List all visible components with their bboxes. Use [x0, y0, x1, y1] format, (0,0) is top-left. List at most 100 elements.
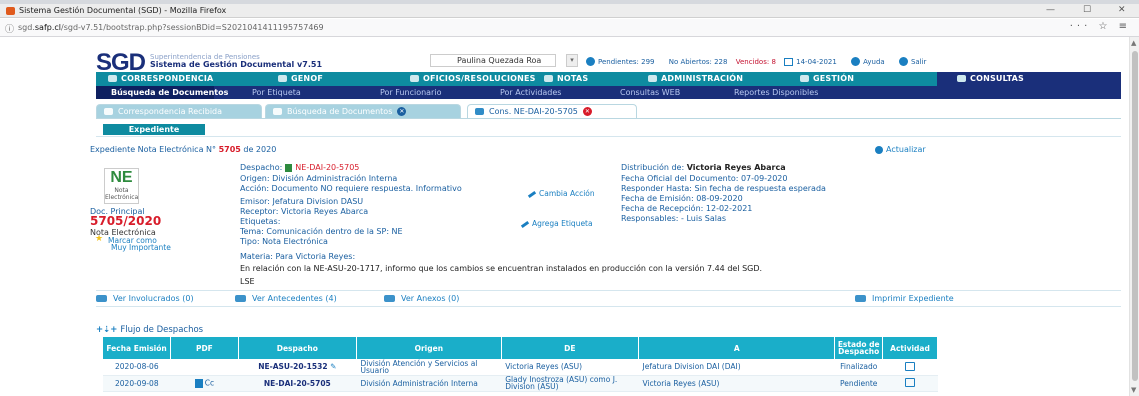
- col-de[interactable]: DE: [501, 337, 640, 359]
- actualizar-link[interactable]: Actualizar: [875, 145, 926, 154]
- cell-origen: División Atención y Servicios al Usuario: [356, 359, 502, 376]
- col-a[interactable]: A: [638, 337, 836, 359]
- divider: [96, 306, 1121, 307]
- scrollbar-thumb[interactable]: [1132, 51, 1138, 381]
- tab-cons-ne-dai[interactable]: Cons. NE-DAI-20-5705 ✕: [467, 104, 637, 118]
- table-row: 2020-09-08 Cc NE-DAI-20-5705 División Ad…: [103, 375, 938, 392]
- nav-notas[interactable]: NOTAS: [544, 72, 588, 86]
- ver-antecedentes-link[interactable]: Ver Antecedentes (4): [235, 294, 337, 303]
- maximize-button[interactable]: ☐: [1083, 5, 1091, 15]
- browser-menu-icons[interactable]: ··· ☆ ≡: [1070, 21, 1131, 32]
- nav-correspondencia[interactable]: CORRESPONDENCIA: [108, 72, 213, 86]
- col-origen[interactable]: Origen: [356, 337, 502, 359]
- doc-principal-number[interactable]: 5705/2020: [90, 214, 161, 228]
- search-icon: [957, 75, 966, 82]
- cell-despacho[interactable]: NE-ASU-20-1532 ✎: [238, 359, 357, 376]
- tab-correspondencia-recibida[interactable]: Correspondencia Recibida: [96, 104, 262, 118]
- ver-involucrados-link[interactable]: Ver Involucrados (0): [96, 294, 194, 303]
- paperclip-icon: [384, 295, 395, 302]
- subnav-web[interactable]: Consultas WEB: [620, 86, 680, 99]
- subnav-funcionario[interactable]: Por Funcionario: [380, 86, 441, 99]
- firefox-icon: [6, 7, 15, 15]
- window-title: Sistema Gestión Documental (SGD) - Mozil…: [19, 6, 227, 15]
- mail-icon: [104, 108, 113, 115]
- activity-edit-icon[interactable]: [905, 378, 915, 387]
- despacho-field: Despacho: NE-DAI-20-5705: [240, 163, 360, 172]
- search-icon: [273, 108, 282, 115]
- cell-pdf: [170, 359, 239, 376]
- salir-link[interactable]: Salir: [898, 57, 933, 66]
- close-tab-icon[interactable]: ✕: [397, 107, 407, 116]
- nav-genof[interactable]: GENOF: [278, 72, 323, 86]
- url-bar[interactable]: ⓘ sgd.safp.cl/sgd-v7.51/bootstrap.php?se…: [0, 19, 1139, 37]
- nota-electronica-icon: NE Nota Electrónica: [104, 168, 139, 204]
- mail-icon: [475, 108, 484, 115]
- cell-de: Glady Inostroza (ASU) como J. Division (…: [501, 375, 639, 392]
- subnav-busqueda[interactable]: Búsqueda de Documentos: [96, 86, 228, 99]
- date-label: 14-04-2021: [784, 57, 843, 66]
- col-fecha[interactable]: Fecha Emisión: [103, 337, 172, 359]
- origen-field: Origen: División Administración Interna: [240, 174, 398, 183]
- minimize-button[interactable]: —: [1046, 5, 1055, 15]
- cell-pdf[interactable]: Cc: [170, 375, 239, 392]
- document-icon: [285, 163, 293, 172]
- pen-icon: [544, 75, 553, 82]
- nav-consultas[interactable]: CONSULTAS: [937, 72, 1121, 86]
- subnav-reportes[interactable]: Reportes Disponibles: [734, 86, 818, 99]
- emisor-field: Emisor: Jefatura Division DASU: [240, 197, 364, 206]
- divider: [96, 136, 1121, 137]
- flujo-despachos-title: +⇣+ Flujo de Despachos: [96, 325, 204, 335]
- imprimir-expediente-link[interactable]: Imprimir Expediente: [855, 294, 954, 303]
- help-icon: [851, 57, 861, 66]
- col-pdf[interactable]: PDF: [170, 337, 239, 359]
- close-tab-icon[interactable]: ✕: [582, 107, 592, 116]
- scroll-up-icon[interactable]: ▲: [1131, 39, 1136, 47]
- calendar-icon: [784, 57, 794, 66]
- activity-edit-icon[interactable]: [905, 361, 915, 371]
- ayuda-link[interactable]: Ayuda: [851, 57, 891, 66]
- user-select[interactable]: Paulina Quezada Roa: [430, 54, 556, 67]
- col-actividad[interactable]: Actividad: [882, 337, 938, 359]
- no-abiertos-link[interactable]: No Abiertos: 228: [669, 58, 728, 66]
- ver-anexos-link[interactable]: Ver Anexos (0): [384, 294, 459, 303]
- marcar-importante-link-line2[interactable]: Muy Importante: [111, 243, 171, 252]
- agrega-etiqueta-link[interactable]: Agrega Etiqueta: [520, 219, 593, 228]
- page-scrollbar[interactable]: ▲ ▼: [1129, 37, 1139, 396]
- url-text[interactable]: sgd.safp.cl/sgd-v7.51/bootstrap.php?sess…: [18, 23, 324, 32]
- nav-gestion[interactable]: GESTIÓN: [800, 72, 854, 86]
- cell-de: Victoria Reyes (ASU): [501, 359, 639, 376]
- mail-icon: [108, 75, 117, 82]
- fecha-oficial-field: Fecha Oficial del Documento: 07-09-2020: [621, 174, 788, 183]
- pencil-icon: [527, 190, 537, 198]
- org-icon: [648, 75, 657, 82]
- divider: [96, 290, 1121, 291]
- cambia-accion-link[interactable]: Cambia Acción: [527, 189, 595, 198]
- cell-estado: Finalizado: [834, 359, 883, 376]
- tab-busqueda-documentos[interactable]: Búsqueda de Documentos ✕: [265, 104, 461, 118]
- site-info-icon[interactable]: ⓘ: [5, 22, 14, 35]
- window-titlebar: Sistema Gestión Documental (SGD) - Mozil…: [0, 4, 1139, 18]
- nav-administracion[interactable]: ADMINISTRACIÓN: [648, 72, 743, 86]
- responsables-field: Responsables: - Luis Salas: [621, 214, 727, 223]
- nav-oficios[interactable]: OFICIOS/RESOLUCIONES: [410, 72, 536, 86]
- col-estado[interactable]: Estado de Despacho: [834, 337, 883, 359]
- subnav-actividades[interactable]: Por Actividades: [500, 86, 561, 99]
- cell-despacho[interactable]: NE-DAI-20-5705: [238, 375, 357, 392]
- distribucion-field: Distribución de: Victoria Reyes Abarca: [621, 163, 786, 172]
- cell-estado: Pendiente: [834, 375, 883, 392]
- cell-origen: División Administración Interna: [356, 375, 502, 392]
- scroll-down-icon[interactable]: ▼: [1131, 386, 1136, 394]
- sub-nav: Búsqueda de Documentos Por Etiqueta Por …: [96, 86, 1121, 99]
- tab-divider: [96, 118, 1121, 119]
- pdf-icon: [194, 378, 203, 388]
- subnav-etiqueta[interactable]: Por Etiqueta: [252, 86, 301, 99]
- vencidos-link[interactable]: Vencidos: 8: [736, 58, 776, 66]
- close-button[interactable]: ✕: [1118, 5, 1126, 15]
- expediente-button[interactable]: Expediente: [103, 124, 205, 135]
- col-despacho[interactable]: Despacho: [238, 337, 357, 359]
- star-icon[interactable]: ★: [95, 234, 103, 244]
- chevron-down-icon[interactable]: ▾: [566, 54, 578, 67]
- bar-chart-icon: [800, 75, 809, 82]
- fecha-recepcion-field: Fecha de Recepción: 12-02-2021: [621, 204, 753, 213]
- pendientes-link[interactable]: Pendientes: 299: [586, 57, 661, 66]
